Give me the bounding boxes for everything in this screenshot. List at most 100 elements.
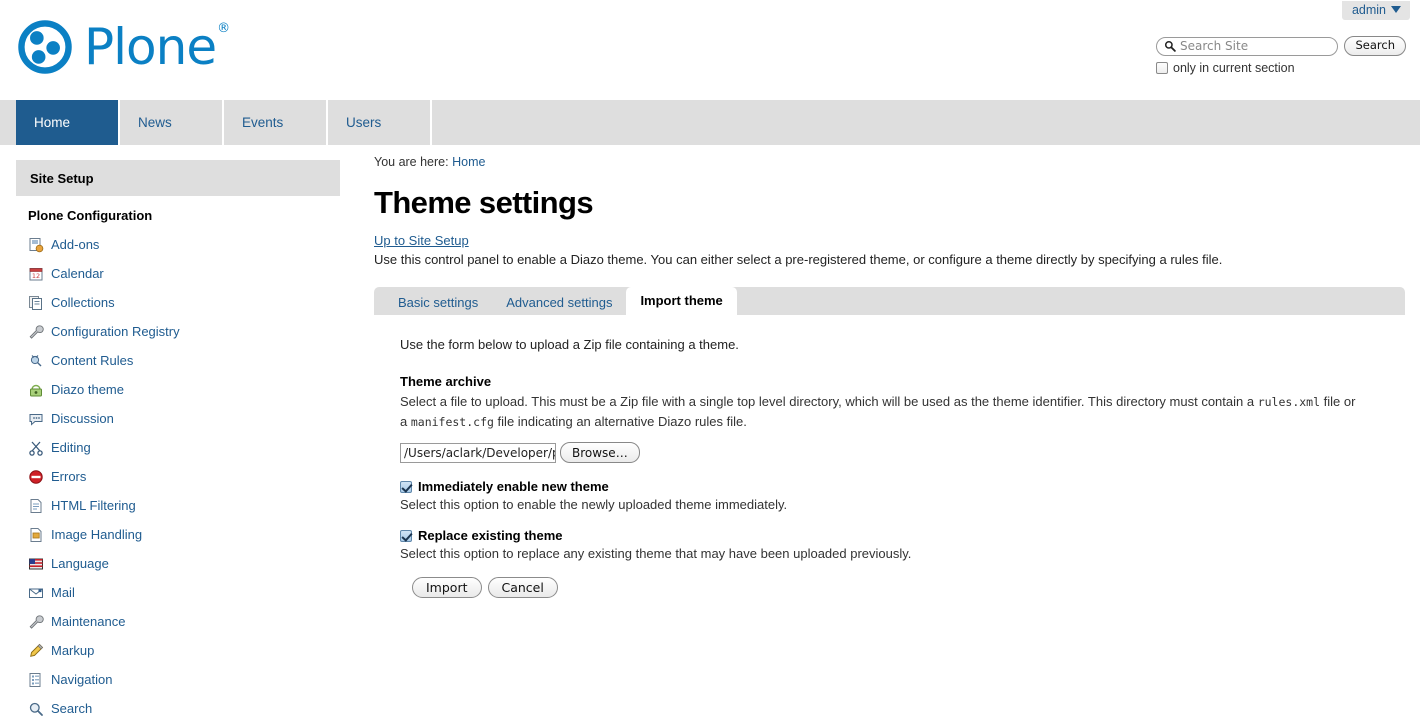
nav-item-news[interactable]: News bbox=[120, 100, 224, 145]
search-icon bbox=[1164, 40, 1176, 52]
wrench-icon bbox=[29, 324, 44, 339]
sidebar-item-label: Editing bbox=[51, 440, 91, 455]
sidebar-item-discussion[interactable]: Discussion bbox=[28, 404, 340, 433]
sidebar-item-add-ons[interactable]: Add-ons bbox=[28, 230, 340, 259]
replace-theme-label[interactable]: Replace existing theme bbox=[400, 528, 1406, 543]
scissors-icon bbox=[29, 441, 43, 456]
flag-icon bbox=[29, 558, 43, 569]
sidebar-item-diazo-theme[interactable]: Diazo theme bbox=[28, 375, 340, 404]
error-icon bbox=[29, 469, 43, 484]
diazo-theme-icon bbox=[30, 384, 42, 396]
user-menu-button[interactable]: admin bbox=[1341, 0, 1410, 20]
sidebar-group-title: Plone Configuration bbox=[28, 208, 153, 223]
sidebar-item-label: Language bbox=[51, 556, 109, 571]
sidebar-item-navigation[interactable]: Navigation bbox=[28, 665, 340, 694]
site-logo-text: Plone® bbox=[84, 18, 230, 76]
search-field-wrapper[interactable] bbox=[1156, 36, 1339, 56]
enable-theme-label[interactable]: Immediately enable new theme bbox=[400, 479, 1406, 494]
navigation-icon bbox=[29, 672, 41, 687]
sidebar-item-label: Markup bbox=[51, 643, 95, 658]
cancel-button[interactable]: Cancel bbox=[487, 577, 558, 598]
search-current-section-option[interactable]: only in current section bbox=[1156, 61, 1406, 75]
sidebar-item-language[interactable]: Language bbox=[28, 549, 340, 578]
sidebar-item-label: Configuration Registry bbox=[51, 324, 180, 339]
help-text-part1: Select a file to upload. This must be a … bbox=[400, 394, 1258, 409]
current-section-label: only in current section bbox=[1173, 61, 1295, 75]
tab-basic-settings[interactable]: Basic settings bbox=[384, 291, 492, 315]
addons-icon bbox=[29, 237, 44, 252]
sidebar-item-calendar[interactable]: 12 Calendar bbox=[28, 259, 340, 288]
breadcrumb-prefix: You are here: bbox=[374, 155, 449, 169]
pencil-icon bbox=[30, 643, 44, 657]
sidebar-portlet-title: Site Setup bbox=[16, 160, 340, 196]
nav-item-users[interactable]: Users bbox=[328, 100, 432, 145]
form-actions: Import Cancel bbox=[412, 577, 1406, 598]
enable-theme-checkbox[interactable] bbox=[400, 480, 412, 493]
main-content: You are here: Home Theme settings Up to … bbox=[374, 155, 1406, 598]
tab-advanced-settings[interactable]: Advanced settings bbox=[492, 291, 626, 315]
registered-mark: ® bbox=[217, 21, 230, 37]
sidebar-item-label: Diazo theme bbox=[51, 382, 124, 397]
sidebar-item-label: Collections bbox=[51, 295, 115, 310]
document-icon bbox=[30, 498, 42, 513]
discussion-icon bbox=[29, 413, 43, 426]
sidebar-item-content-rules[interactable]: Content Rules bbox=[28, 346, 340, 375]
search-button[interactable]: Search bbox=[1344, 36, 1406, 56]
sidebar-item-maintenance[interactable]: Maintenance bbox=[28, 607, 340, 636]
current-section-checkbox[interactable] bbox=[1156, 62, 1168, 74]
help-text-part3: file indicating an alternative Diazo rul… bbox=[493, 414, 747, 429]
sidebar-item-html-filtering[interactable]: HTML Filtering bbox=[28, 491, 340, 520]
sidebar-item-mail[interactable]: Mail bbox=[28, 578, 340, 607]
sidebar-item-markup[interactable]: Markup bbox=[28, 636, 340, 665]
nav-item-home[interactable]: Home bbox=[16, 100, 120, 145]
sidebar-item-label: Maintenance bbox=[51, 614, 126, 629]
global-navigation: Home News Events Users bbox=[0, 100, 1420, 145]
svg-text:12: 12 bbox=[32, 272, 40, 280]
sidebar-item-label: Discussion bbox=[51, 411, 114, 426]
plone-logo-icon bbox=[18, 20, 72, 74]
nav-item-events[interactable]: Events bbox=[224, 100, 328, 145]
theme-archive-label: Theme archive bbox=[400, 374, 492, 389]
sidebar-item-errors[interactable]: Errors bbox=[28, 462, 340, 491]
file-path-display[interactable]: /Users/aclark/Developer/pl bbox=[400, 442, 556, 463]
tab-import-theme[interactable]: Import theme bbox=[626, 287, 737, 315]
form-tabs: Basic settings Advanced settings Import … bbox=[374, 287, 1405, 315]
page-description: Use this control panel to enable a Diazo… bbox=[374, 252, 1223, 267]
import-theme-form: Use the form below to upload a Zip file … bbox=[374, 315, 1406, 598]
sidebar-item-image-handling[interactable]: Image Handling bbox=[28, 520, 340, 549]
replace-theme-field: Replace existing theme Select this optio… bbox=[400, 528, 1406, 561]
sidebar-item-label: HTML Filtering bbox=[51, 498, 136, 513]
enable-theme-field: Immediately enable new theme Select this… bbox=[400, 479, 1406, 512]
import-button[interactable]: Import bbox=[412, 577, 482, 598]
search-input[interactable] bbox=[1180, 39, 1330, 53]
nav-filler bbox=[432, 100, 1420, 145]
enable-theme-help: Select this option to enable the newly u… bbox=[400, 497, 788, 512]
sidebar-portlet-body: Plone Configuration Add-ons 12 Calendar bbox=[16, 196, 340, 723]
sidebar-item-label: Calendar bbox=[51, 266, 104, 281]
site-logo[interactable]: Plone® bbox=[16, 18, 230, 76]
rules-xml-code: rules.xml bbox=[1257, 395, 1321, 409]
calendar-icon: 12 bbox=[29, 267, 43, 280]
site-search: Search only in current section bbox=[1156, 36, 1406, 75]
user-name-label: admin bbox=[1351, 2, 1386, 17]
sidebar-item-collections[interactable]: Collections bbox=[28, 288, 340, 317]
sidebar-item-label: Image Handling bbox=[51, 527, 143, 542]
replace-theme-checkbox[interactable] bbox=[400, 529, 412, 542]
wrench-icon bbox=[29, 614, 44, 629]
sidebar-item-label: Add-ons bbox=[51, 237, 100, 252]
theme-archive-help: Select a file to upload. This must be a … bbox=[400, 392, 1360, 432]
breadcrumb: You are here: Home bbox=[374, 155, 1406, 169]
up-to-site-setup-link[interactable]: Up to Site Setup bbox=[374, 233, 469, 248]
sidebar-item-label: Content Rules bbox=[51, 353, 134, 368]
browse-button[interactable]: Browse… bbox=[560, 442, 640, 463]
sidebar-item-configuration-registry[interactable]: Configuration Registry bbox=[28, 317, 340, 346]
image-document-icon bbox=[30, 527, 42, 542]
replace-theme-text: Replace existing theme bbox=[418, 528, 563, 543]
sidebar-item-search[interactable]: Search bbox=[28, 694, 340, 723]
content-rules-icon bbox=[30, 354, 42, 366]
sidebar: Site Setup Plone Configuration Add-ons 1… bbox=[16, 160, 340, 723]
sidebar-item-editing[interactable]: Editing bbox=[28, 433, 340, 462]
sidebar-item-label: Mail bbox=[51, 585, 75, 600]
breadcrumb-link-home[interactable]: Home bbox=[452, 155, 485, 169]
search-icon bbox=[29, 702, 43, 716]
